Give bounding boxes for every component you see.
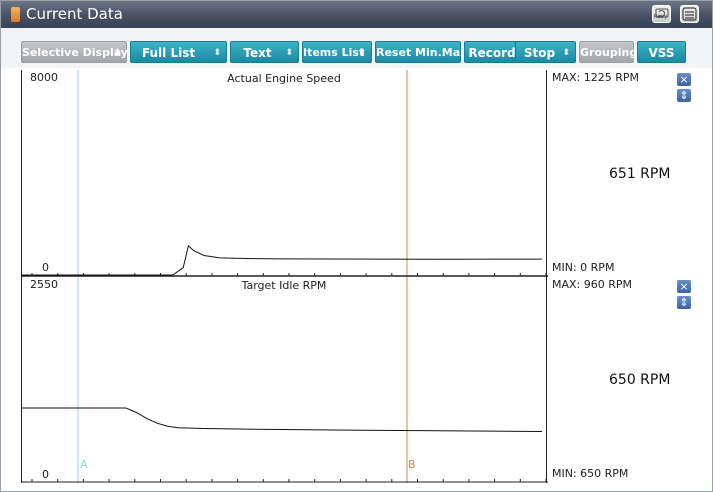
graph-panel-engine-speed: 8000 Actual Engine Speed 0 MAX: 1225 RPM… [21, 70, 697, 277]
y-max-label: 2550 [30, 278, 58, 291]
menu-button[interactable] [680, 5, 699, 23]
full-list-label: Full List [141, 46, 196, 60]
updown-arrows-icon: ⬍ [285, 48, 293, 58]
resize-icon[interactable]: ⇕ [677, 296, 691, 309]
close-icon[interactable]: × [677, 73, 691, 86]
grouping-label: Grouping [580, 46, 638, 59]
max-label: MAX: 960 RPM [552, 278, 633, 291]
stop-button[interactable]: Stop ⬍ [515, 41, 576, 63]
graph-area[interactable]: 8000 Actual Engine Speed 0 [21, 70, 548, 277]
retry-button[interactable]: Retry [652, 5, 671, 23]
resize-icon[interactable]: ⇕ [677, 89, 691, 102]
chart-target-idle [22, 277, 548, 483]
window-title: Current Data [26, 5, 123, 23]
retry-label: Retry [654, 14, 668, 20]
record-button[interactable]: Record [464, 41, 520, 63]
min-label: MIN: 650 RPM [552, 467, 629, 480]
chart-engine-speed [22, 70, 548, 277]
updown-arrows-icon: ⬍ [213, 48, 221, 58]
current-value: 650 RPM [609, 372, 671, 388]
marker-b-label: B [408, 458, 416, 471]
grouping-button[interactable]: Grouping [579, 41, 638, 63]
series-line-target-idle [22, 407, 543, 432]
selective-display-label: Selective Display [22, 46, 128, 59]
graph-area[interactable]: 2550 Target Idle RPM 0 A B [21, 277, 548, 483]
panel-title: Target Idle RPM [241, 279, 327, 292]
current-value: 651 RPM [609, 166, 671, 182]
text-label: Text [243, 46, 272, 60]
close-icon[interactable]: × [677, 280, 691, 293]
min-label: MIN: 0 RPM [552, 261, 615, 274]
full-list-button[interactable]: Full List ⬍ [130, 41, 227, 63]
items-list-label: Items List [303, 46, 365, 59]
max-label: MAX: 1225 RPM [552, 71, 640, 84]
toolbar: Selective Display ⬍ Full List ⬍ Text ⬍ I… [1, 28, 712, 68]
panel-title: Actual Engine Speed [227, 72, 341, 85]
current-data-window: Current Data Retry Selective Display ⬍ F… [0, 0, 713, 492]
updown-arrows-icon: ⬍ [113, 48, 121, 58]
items-list-button[interactable]: Items List ⬍ [302, 41, 372, 63]
y-max-label: 8000 [30, 71, 58, 84]
app-icon [11, 7, 20, 22]
vss-label: VSS [648, 46, 675, 60]
y-min-label: 0 [42, 261, 49, 274]
marker-a-label: A [80, 458, 88, 471]
title-bar: Current Data Retry [1, 1, 712, 28]
y-min-label: 0 [42, 468, 49, 481]
series-line-engine-speed [22, 244, 543, 276]
selective-display-button[interactable]: Selective Display ⬍ [21, 41, 128, 63]
updown-arrows-icon: ⬍ [562, 48, 570, 58]
record-label: Record [468, 46, 516, 60]
menu-icon [682, 7, 697, 21]
updown-arrows-icon: ⬍ [358, 48, 366, 58]
reset-minmax-button[interactable]: Reset Min.Max [375, 41, 467, 63]
text-button[interactable]: Text ⬍ [230, 41, 299, 63]
stop-label: Stop [523, 46, 556, 60]
x-ticks [31, 479, 547, 482]
graph-panel-target-idle: 2550 Target Idle RPM 0 A B MAX: 960 RPM … [21, 277, 697, 483]
vss-button[interactable]: VSS [637, 41, 686, 63]
reset-minmax-label: Reset Min.Max [376, 46, 468, 59]
